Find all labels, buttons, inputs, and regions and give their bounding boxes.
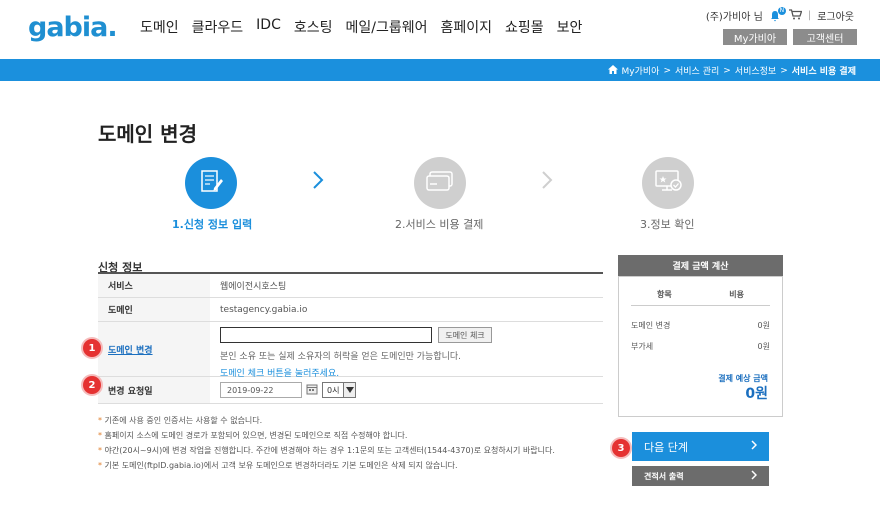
nav-hosting[interactable]: 호스팅 [294, 17, 333, 37]
notice-item: 야간(20시~9시)에 변경 작업을 진행합니다. 주간에 변경해야 하는 경우… [98, 443, 555, 458]
annotation-badge-2: 2 [83, 376, 101, 394]
nav-security[interactable]: 보안 [557, 17, 583, 37]
table-row: 도메인 변경 도메인 체크 본인 소유 또는 실제 소유자의 허락을 얻은 도메… [98, 322, 603, 379]
utility-bar: (주)가비아 님 N | 로그아웃 [705, 6, 854, 23]
domain-change-input[interactable] [220, 327, 432, 343]
domain-value: testagency.gabia.io [220, 304, 308, 315]
service-value: 웹에이전시호스팅 [220, 282, 287, 292]
payment-row: 부가세 0원 [631, 341, 770, 352]
payment-panel: 항목 비용 도메인 변경 0원 부가세 0원 결제 예상 금액 0원 [618, 276, 783, 417]
breadcrumb-separator: > [723, 65, 731, 76]
notice-item: 기존에 사용 중인 인증서는 사용할 수 없습니다. [98, 413, 555, 428]
breadcrumb-separator: > [663, 65, 671, 76]
breadcrumb-item[interactable]: My가비아 [622, 64, 660, 77]
gabia-logo[interactable]: gabia. [28, 12, 118, 43]
chevron-down-icon [343, 383, 356, 397]
nav-shoppingmall[interactable]: 쇼핑몰 [505, 17, 544, 37]
date-input[interactable]: 2019-09-22 [220, 382, 302, 398]
cart-icon[interactable] [788, 8, 803, 23]
breadcrumb-item[interactable]: 서비스 관리 [675, 64, 719, 77]
logout-link[interactable]: 로그아웃 [817, 8, 854, 23]
step-2-label: 2.서비스 비용 결제 [395, 218, 484, 231]
nav-cloud[interactable]: 클라우드 [192, 17, 244, 37]
breadcrumb-item[interactable]: 서비스정보 [735, 64, 776, 77]
table-row: 서비스 웹에이전시호스팅 [98, 274, 603, 298]
step-3-circle [642, 157, 694, 209]
notification-count: N [777, 6, 786, 15]
nav-idc[interactable]: IDC [256, 17, 281, 37]
annotation-badge-1: 1 [83, 339, 101, 357]
hour-value: 0시 [327, 385, 340, 395]
nav-mail-groupware[interactable]: 메일/그룹웨어 [346, 17, 428, 37]
next-step-button[interactable]: 다음 단계 [632, 432, 769, 461]
payment-panel-title: 결제 금액 계산 [618, 255, 783, 276]
nav-homepage[interactable]: 홈페이지 [441, 17, 493, 37]
col-item: 항목 [657, 290, 672, 299]
breadcrumb-separator: > [780, 65, 788, 76]
service-label: 서비스 [98, 274, 210, 297]
payment-row: 도메인 변경 0원 [631, 320, 770, 331]
divider: | [807, 10, 812, 21]
step-3-label: 3.정보 확인 [640, 218, 695, 231]
domain-check-button[interactable]: 도메인 체크 [438, 327, 492, 343]
payment-cost: 0원 [757, 321, 770, 330]
customer-center-button[interactable]: 고객센터 [793, 29, 857, 45]
notice-list: 기존에 사용 중인 인증서는 사용할 수 없습니다. 홈페이지 소스에 도메인 … [98, 413, 555, 473]
home-icon[interactable] [607, 64, 618, 77]
col-cost: 비용 [729, 290, 744, 299]
bell-icon[interactable]: N [769, 6, 786, 22]
monitor-check-icon [653, 168, 683, 198]
step-1-label: 1.신청 정보 입력 [172, 218, 253, 231]
notice-item: 기본 도메인(ftpID.gabia.io)에서 고객 보유 도메인으로 변경하… [98, 458, 555, 473]
nav-domain[interactable]: 도메인 [140, 17, 179, 37]
domain-change-label: 도메인 변경 [98, 322, 210, 376]
notice-item: 홈페이지 소스에 도메인 경로가 포함되어 있으면, 변경된 도메인으로 직접 … [98, 428, 555, 443]
next-step-label: 다음 단계 [644, 440, 688, 454]
domain-label: 도메인 [98, 298, 210, 321]
my-gabia-button[interactable]: My가비아 [723, 29, 787, 45]
domain-change-cell: 도메인 체크 본인 소유 또는 실제 소유자의 허락을 얻은 도메인만 가능합니… [210, 322, 603, 379]
domain-change-help: 본인 소유 또는 실제 소유자의 허락을 얻은 도메인만 가능합니다. [220, 352, 462, 362]
print-quote-label: 견적서 출력 [644, 471, 684, 481]
table-row: 변경 요청일 2019-09-22 0시 [98, 377, 603, 404]
hour-select[interactable]: 0시 [322, 382, 357, 398]
breadcrumb: My가비아 > 서비스 관리 > 서비스정보 > 서비스 비용 결제 [607, 64, 856, 77]
page-title: 도메인 변경 [98, 122, 197, 146]
user-name: (주)가비아 님 [705, 12, 763, 23]
application-info-table: 서비스 웹에이전시호스팅 도메인 testagency.gabia.io 도메인… [98, 272, 603, 404]
step-1-circle [185, 157, 237, 209]
table-row: 도메인 testagency.gabia.io [98, 298, 603, 322]
chevron-right-icon [541, 170, 553, 196]
credit-card-icon [425, 170, 455, 196]
chevron-right-icon [751, 440, 758, 453]
step-2-circle [414, 157, 466, 209]
chevron-right-icon [312, 170, 324, 196]
breadcrumb-current: 서비스 비용 결제 [791, 67, 856, 77]
payment-item: 도메인 변경 [631, 321, 671, 330]
annotation-badge-3: 3 [612, 439, 630, 457]
total-value: 0원 [745, 386, 768, 402]
payment-cost: 0원 [757, 342, 770, 351]
payment-header-row: 항목 비용 [631, 289, 770, 306]
chevron-right-icon [751, 470, 758, 482]
form-edit-icon [198, 168, 224, 198]
payment-item: 부가세 [631, 342, 654, 351]
main-nav: 도메인 클라우드 IDC 호스팅 메일/그룹웨어 홈페이지 쇼핑몰 보안 [140, 17, 595, 37]
calendar-icon[interactable] [306, 383, 318, 398]
change-date-label: 변경 요청일 [98, 377, 210, 403]
change-date-cell: 2019-09-22 0시 [210, 377, 603, 403]
print-quote-button[interactable]: 견적서 출력 [632, 466, 769, 486]
